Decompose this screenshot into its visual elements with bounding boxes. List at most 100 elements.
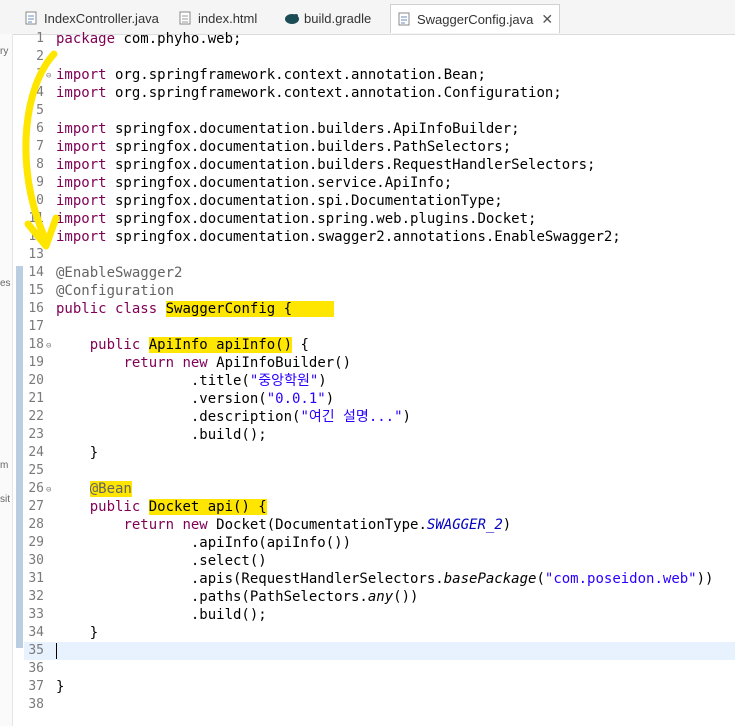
code-line[interactable]: 6 import springfox.documentation.builders… (24, 120, 735, 138)
code-line[interactable]: 32 .paths(PathSelectors.any()) (24, 588, 735, 606)
code-line[interactable]: 29 .apiInfo(apiInfo()) (24, 534, 735, 552)
java-file-icon (397, 12, 411, 26)
code-line[interactable]: 12 import springfox.documentation.swagger… (24, 228, 735, 246)
code-text: import springfox.documentation.builders.… (56, 121, 520, 137)
code-line[interactable]: 2 (24, 48, 735, 66)
code-text: .description("여긴 설명...") (56, 409, 411, 425)
code-line[interactable]: 18 ⊖ public ApiInfo apiInfo() { (24, 336, 735, 354)
line-number: 22 (28, 409, 44, 424)
line-number: 28 (28, 517, 44, 532)
code-line[interactable]: 33 .build(); (24, 606, 735, 624)
java-file-icon (24, 11, 38, 25)
code-text: .title("중앙학원") (56, 373, 327, 389)
line-number: 24 (28, 445, 44, 460)
code-line[interactable]: 38 (24, 696, 735, 714)
code-line[interactable]: 24 } (24, 444, 735, 462)
code-text: public class SwaggerConfig { (56, 301, 335, 317)
code-line[interactable]: 36 (24, 660, 735, 678)
code-line[interactable]: 21 .version("0.0.1") (24, 390, 735, 408)
code-text: .select() (56, 553, 267, 569)
code-editor[interactable]: 1 package com.phyho.web; 2 3 ⊖ import org.spr… (24, 30, 735, 726)
code-text: return new Docket(DocumentationType.SWAG… (123, 517, 512, 533)
code-line[interactable]: 11 import springfox.documentation.spring.… (24, 210, 735, 228)
code-line[interactable]: 28 return new Docket(DocumentationType.S… (24, 516, 735, 534)
line-number: 18 (28, 337, 44, 352)
code-line[interactable]: 37} (24, 678, 735, 696)
code-line[interactable]: 5 (24, 102, 735, 120)
code-text: import springfox.documentation.spi.Docum… (56, 193, 503, 209)
fold-toggle-icon[interactable]: ⊖ (46, 337, 51, 355)
code-line[interactable]: 8 import springfox.documentation.builders… (24, 156, 735, 174)
code-line[interactable]: 13 (24, 246, 735, 264)
line-number: 21 (28, 391, 44, 406)
code-line[interactable]: 9 import springfox.documentation.service.… (24, 174, 735, 192)
code-text: @Bean (89, 481, 132, 497)
line-number: 32 (28, 589, 44, 604)
code-line[interactable]: 34 } (24, 624, 735, 642)
code-line[interactable]: 31 .apis(RequestHandlerSelectors.basePac… (24, 570, 735, 588)
code-line[interactable]: 30 .select() (24, 552, 735, 570)
tab-label: SwaggerConfig.java (417, 11, 534, 27)
code-text: .apiInfo(apiInfo()) (56, 535, 352, 551)
code-text: .build(); (56, 607, 267, 623)
tab-indexcontroller[interactable]: IndexController.java (18, 5, 165, 31)
code-line[interactable]: 7 import springfox.documentation.builders… (24, 138, 735, 156)
code-text: import springfox.documentation.builders.… (56, 139, 512, 155)
line-number: 25 (28, 463, 44, 478)
tab-index-html[interactable]: index.html (172, 5, 263, 31)
line-number: 17 (28, 319, 44, 334)
arrow-annotation (22, 50, 60, 250)
code-text: .paths(PathSelectors.any()) (56, 589, 419, 605)
code-line[interactable]: 26 ⊖ @Bean (24, 480, 735, 498)
code-line[interactable]: 19 return new ApiInfoBuilder() (24, 354, 735, 372)
line-number: 26 (28, 481, 44, 496)
code-line[interactable]: 27 public Docket api() { (24, 498, 735, 516)
code-text: @Configuration (56, 283, 175, 299)
tab-label: index.html (198, 10, 258, 26)
line-number: 34 (28, 625, 44, 640)
line-number: 15 (28, 283, 44, 298)
code-line[interactable]: 17 (24, 318, 735, 336)
code-line[interactable]: 10 import springfox.documentation.spi.Doc… (24, 192, 735, 210)
code-text: public ApiInfo apiInfo() { (89, 337, 309, 353)
line-number: 19 (28, 355, 44, 370)
code-line[interactable]: 1 package com.phyho.web; (24, 30, 735, 48)
code-line[interactable]: 4 import org.springframework.context.anno… (24, 84, 735, 102)
code-text: return new ApiInfoBuilder() (123, 355, 352, 371)
close-icon[interactable]: ✕ (541, 11, 553, 28)
html-file-icon (178, 11, 192, 25)
tab-swaggerconfig[interactable]: SwaggerConfig.java ✕ (390, 4, 561, 33)
line-number: 23 (28, 427, 44, 442)
line-number: 14 (28, 265, 44, 280)
code-line[interactable]: 35 (24, 642, 735, 660)
line-number: 35 (28, 643, 44, 658)
code-line[interactable]: 23 .build(); (24, 426, 735, 444)
line-number: 31 (28, 571, 44, 586)
code-line[interactable]: 16 public class SwaggerConfig { (24, 300, 735, 318)
code-line[interactable]: 15 @Configuration (24, 282, 735, 300)
line-number: 29 (28, 535, 44, 550)
code-line[interactable]: 20 .title("중앙학원") (24, 372, 735, 390)
tab-build-gradle[interactable]: build.gradle (278, 5, 377, 31)
gradle-file-icon (284, 11, 299, 25)
line-number: 37 (28, 679, 44, 694)
fold-toggle-icon[interactable]: ⊖ (46, 481, 51, 499)
line-number: 38 (28, 697, 44, 712)
code-text: import springfox.documentation.builders.… (56, 157, 596, 173)
line-number: 20 (28, 373, 44, 388)
code-line[interactable]: 3 ⊖ import org.springframework.context.ann… (24, 66, 735, 84)
code-text: import springfox.documentation.service.A… (56, 175, 453, 191)
panel-text-fragment: es (0, 278, 11, 289)
code-line[interactable]: 25 (24, 462, 735, 480)
line-number: 36 (28, 661, 44, 676)
code-text: package com.phyho.web; (56, 31, 242, 47)
left-panel-edge: ry es m sit (0, 34, 13, 726)
panel-text-fragment: ry (0, 46, 9, 57)
code-line[interactable]: 14 @EnableSwagger2 (24, 264, 735, 282)
tab-label: IndexController.java (44, 10, 159, 26)
code-line[interactable]: 22 .description("여긴 설명...") (24, 408, 735, 426)
code-text: .apis(RequestHandlerSelectors.basePackag… (56, 571, 714, 587)
panel-text-fragment: sit (0, 494, 10, 505)
line-number: 27 (28, 499, 44, 514)
code-text: } (56, 625, 99, 641)
